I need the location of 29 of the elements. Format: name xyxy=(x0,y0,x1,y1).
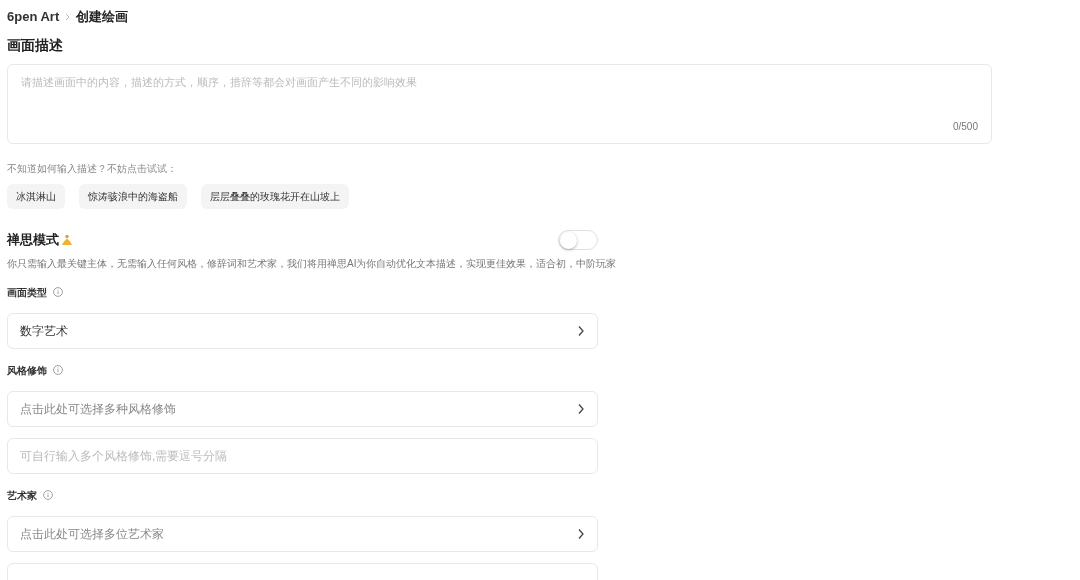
select-field[interactable]: 点击此处可选择多位艺术家 xyxy=(7,516,598,552)
field-label: 画面类型 xyxy=(7,285,47,300)
toggle-switch[interactable] xyxy=(558,230,598,250)
chevron-right-icon xyxy=(577,528,585,540)
select-value: 数字艺术 xyxy=(20,323,68,340)
chevron-right-icon xyxy=(577,403,585,415)
breadcrumb-link[interactable]: 6pen Art xyxy=(7,7,60,27)
select-field[interactable]: 点击此处可选择多种风格修饰 xyxy=(7,391,598,427)
select-placeholder: 点击此处可选择多位艺术家 xyxy=(20,526,164,543)
zen-mode-title: 禅思模式 xyxy=(7,231,59,250)
select-placeholder: 点击此处可选择多种风格修饰 xyxy=(20,401,176,418)
chevron-right-icon xyxy=(65,13,71,21)
field-label: 风格修饰 xyxy=(7,363,47,378)
zen-mode-description: 你只需输入最关键主体，无需输入任何风格，修辞词和艺术家，我们将用禅思AI为你自动优化文本描述，实现更佳效果，适合初，中阶玩家 xyxy=(7,257,618,271)
info-icon[interactable] xyxy=(43,490,53,500)
suggestion-hint: 不知道如何输入描述？不妨点击试试： xyxy=(7,162,178,176)
section-title: 画面描述 xyxy=(7,36,64,55)
info-icon[interactable] xyxy=(53,365,63,375)
breadcrumb-current: 创建绘画 xyxy=(76,8,129,27)
suggestion-chip[interactable]: 冰淇淋山 xyxy=(7,184,65,209)
field-label: 艺术家 xyxy=(7,488,37,503)
suggestion-chip[interactable]: 层层叠叠的玫瑰花开在山坡上 xyxy=(201,184,349,209)
suggestion-chip[interactable]: 惊涛骇浪中的海盗船 xyxy=(79,184,187,209)
meditation-icon xyxy=(61,234,73,246)
info-icon[interactable] xyxy=(53,287,63,297)
chevron-right-icon xyxy=(577,325,585,337)
select-field[interactable]: 数字艺术 xyxy=(7,313,598,349)
character-counter: 0/500 xyxy=(952,120,978,134)
input-field[interactable]: 可自行输入多个风格修饰,需要逗号分隔 xyxy=(7,438,598,474)
